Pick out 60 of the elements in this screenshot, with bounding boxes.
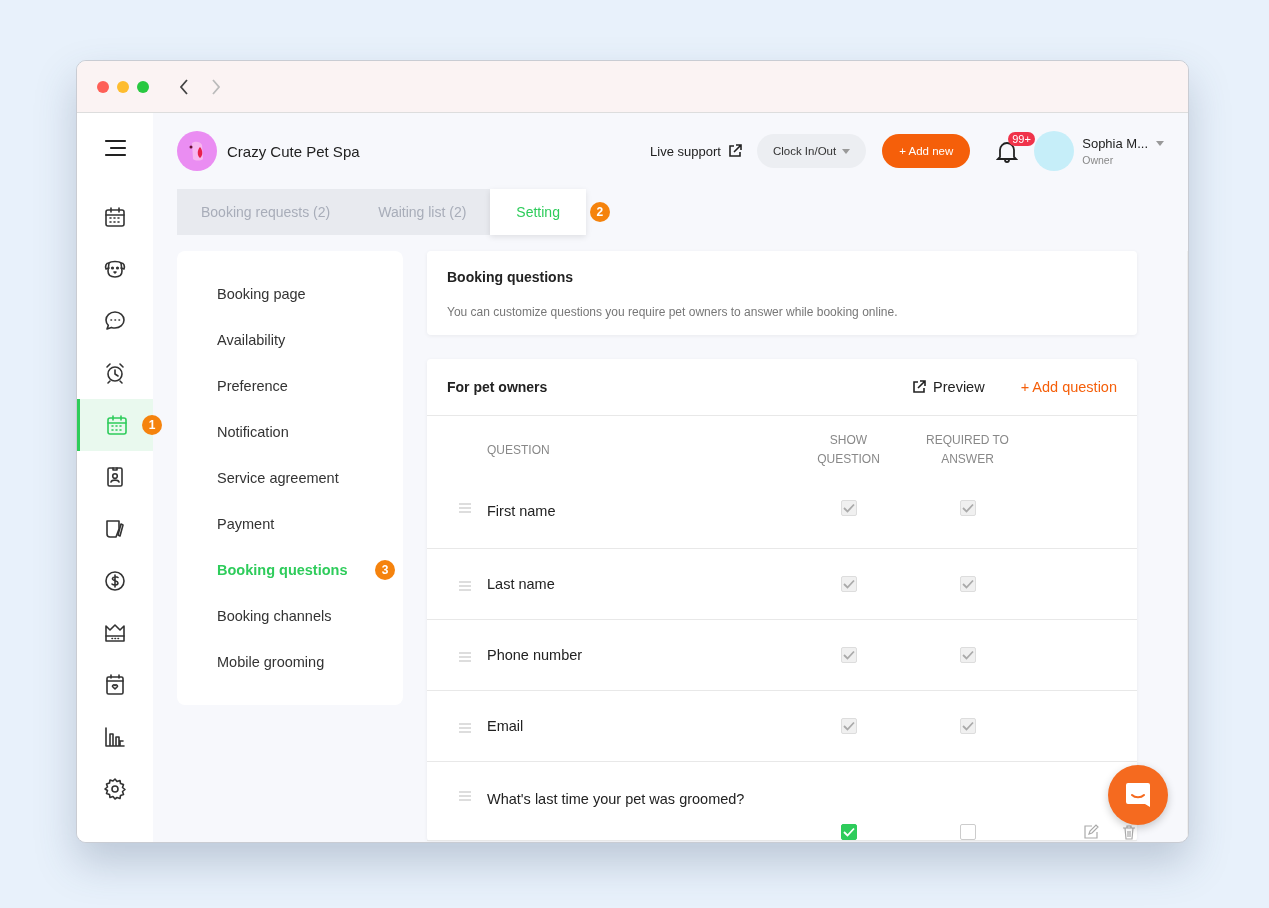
drag-handle-icon[interactable] — [459, 651, 471, 662]
pet-logo-icon — [177, 131, 217, 171]
drag-handle-icon[interactable] — [459, 791, 471, 801]
minimize-window-button[interactable] — [117, 80, 129, 93]
column-header: QUESTION — [487, 443, 551, 457]
show-question-checkbox[interactable] — [840, 824, 857, 840]
settings-menu-item[interactable]: Preference — [217, 378, 395, 394]
drag-handle-icon[interactable] — [459, 580, 471, 591]
notification-count: 99+ — [1008, 132, 1035, 146]
settings-menu-item[interactable]: Booking channels — [217, 608, 395, 624]
settings-menu-item[interactable]: Service agreement — [217, 470, 395, 486]
question-text: First name — [487, 502, 557, 521]
menu-icon[interactable] — [103, 139, 127, 157]
caret-icon[interactable] — [1156, 140, 1164, 146]
zoom-window-button[interactable] — [137, 80, 149, 93]
settings-menu-item[interactable]: Payment — [217, 516, 395, 532]
user-name[interactable]: Sophia M... — [1082, 136, 1148, 151]
chat-bubble-icon — [103, 309, 127, 333]
avatar[interactable] — [1034, 131, 1075, 171]
card-title: Booking questions — [447, 269, 574, 285]
alarm-clock-icon — [103, 361, 127, 385]
close-window-button[interactable] — [97, 80, 109, 93]
settings-menu-item[interactable]: Mobile grooming — [217, 654, 395, 670]
user-role: Owner — [1082, 154, 1115, 166]
settings-menu-item[interactable]: Booking page — [217, 286, 395, 302]
step-marker: 1 — [142, 415, 162, 435]
chat-icon — [1123, 780, 1153, 810]
card-title: For pet owners — [447, 379, 548, 395]
trash-icon[interactable] — [1121, 824, 1137, 840]
settings-menu-item[interactable]: Notification — [217, 424, 395, 440]
drag-handle-icon[interactable] — [459, 722, 471, 733]
question-text: Phone number — [487, 645, 584, 665]
business-name: Crazy Cute Pet Spa — [227, 142, 360, 160]
chat-launcher-button[interactable] — [1108, 765, 1168, 825]
question-text: Last name — [487, 574, 556, 594]
live-support-link[interactable]: Live support — [650, 143, 743, 159]
settings-icon — [103, 777, 127, 801]
bar-chart-icon — [103, 725, 127, 749]
edit-icon[interactable] — [1083, 824, 1099, 840]
external-link-icon — [726, 143, 743, 159]
forward-icon[interactable] — [211, 78, 221, 95]
calendar-icon — [104, 413, 129, 437]
card-description: You can customize questions you require pet owners to answer while booking online. — [447, 305, 899, 319]
step-marker: 2 — [589, 202, 610, 222]
preview-link[interactable]: Preview — [911, 379, 985, 395]
back-icon[interactable] — [179, 78, 189, 95]
drag-handle-icon[interactable] — [459, 503, 471, 513]
step-marker: 3 — [375, 560, 395, 580]
crown-icon — [103, 621, 127, 645]
clock-in-out-dropdown[interactable]: Clock In/Out — [756, 134, 867, 168]
note-pencil-icon — [103, 517, 127, 541]
dollar-icon — [103, 569, 127, 593]
column-header: REQUIRED TO ANSWER — [925, 432, 1010, 468]
external-link-icon — [911, 379, 928, 395]
required-checkbox[interactable] — [959, 824, 976, 840]
question-text: Email — [487, 716, 525, 736]
settings-menu-item[interactable]: Availability — [217, 332, 395, 348]
column-header: SHOW QUESTION — [816, 432, 881, 468]
question-text: What's last time your pet was groomed? — [487, 790, 746, 809]
calendar-icon — [103, 205, 127, 229]
